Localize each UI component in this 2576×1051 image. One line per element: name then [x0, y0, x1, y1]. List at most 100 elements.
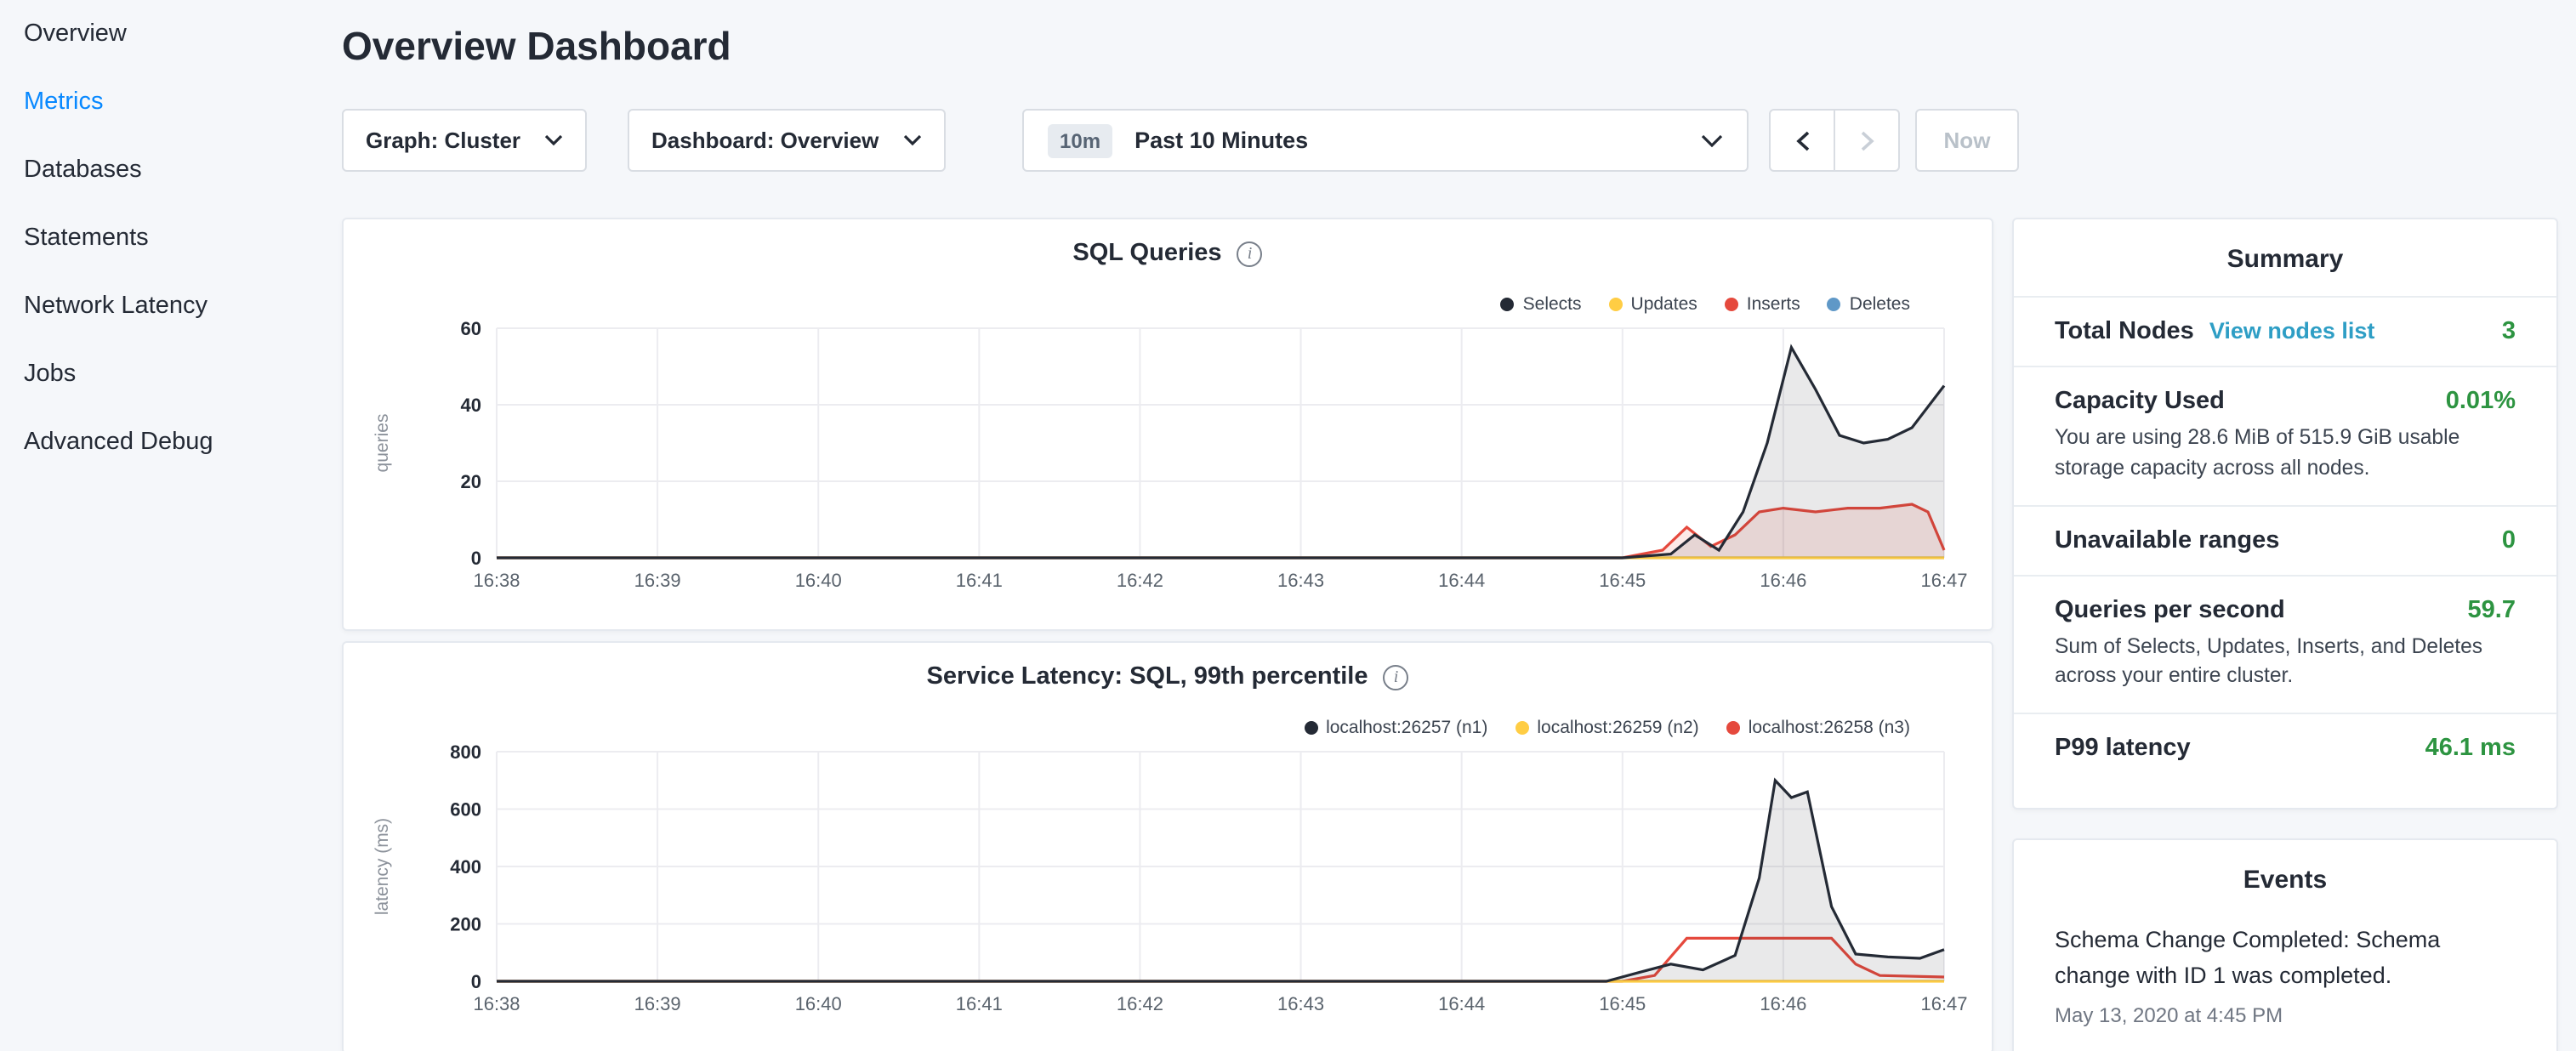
chevron-down-icon — [1701, 134, 1723, 147]
sql-queries-chart-card: SQL Queries Selects Updates Inserts Deletes… — [342, 218, 1993, 631]
svg-text:16:45: 16:45 — [1599, 993, 1646, 1014]
summary-description: You are using 28.6 MiB of 515.9 GiB usab… — [2055, 423, 2516, 484]
legend-dot-icon — [1725, 298, 1738, 311]
time-range-badge: 10m — [1048, 123, 1112, 157]
time-back-button[interactable] — [1769, 109, 1835, 172]
svg-text:200: 200 — [450, 914, 481, 935]
legend-label: localhost:26259 (n2) — [1537, 718, 1698, 738]
event-text: Schema Change Completed: Schema change w… — [2055, 923, 2516, 995]
summary-value: 0.01% — [2446, 388, 2516, 415]
legend-item[interactable]: localhost:26257 (n1) — [1304, 718, 1487, 738]
summary-row-capacity-used: Capacity Used 0.01% You are using 28.6 M… — [2014, 366, 2556, 504]
svg-text:16:46: 16:46 — [1760, 993, 1806, 1014]
legend-item[interactable]: Updates — [1609, 294, 1697, 315]
summary-description: Sum of Selects, Updates, Inserts, and De… — [2055, 632, 2516, 692]
sidebar-item-overview[interactable]: Overview — [0, 0, 327, 68]
summary-row-unavailable-ranges: Unavailable ranges 0 — [2014, 504, 2556, 574]
chart-legend: localhost:26257 (n1) localhost:26259 (n2)… — [1304, 718, 1910, 738]
summary-row-queries-per-second: Queries per second 59.7 Sum of Selects, … — [2014, 574, 2556, 713]
summary-panel: Summary Total Nodes View nodes list 3 Ca… — [2012, 218, 2558, 810]
chevron-left-icon — [1795, 130, 1809, 151]
legend-dot-icon — [1828, 298, 1841, 311]
legend-dot-icon — [1501, 298, 1515, 311]
svg-text:16:42: 16:42 — [1117, 993, 1163, 1014]
time-range-picker[interactable]: 10m Past 10 Minutes — [1022, 109, 1749, 172]
legend-label: Inserts — [1747, 294, 1800, 315]
svg-text:800: 800 — [450, 741, 481, 763]
svg-text:16:44: 16:44 — [1438, 570, 1485, 591]
sidebar-item-metrics[interactable]: Metrics — [0, 68, 327, 136]
legend-label: Updates — [1631, 294, 1697, 315]
view-nodes-list-link[interactable]: View nodes list — [2209, 318, 2375, 344]
summary-title: Summary — [2014, 219, 2556, 296]
svg-text:16:42: 16:42 — [1117, 570, 1163, 591]
legend-item[interactable]: Inserts — [1725, 294, 1800, 315]
svg-text:16:39: 16:39 — [634, 570, 681, 591]
legend-label: Selects — [1523, 294, 1582, 315]
svg-text:16:47: 16:47 — [1920, 993, 1967, 1014]
svg-text:16:43: 16:43 — [1277, 570, 1324, 591]
svg-text:16:46: 16:46 — [1760, 570, 1806, 591]
chevron-down-icon — [544, 134, 563, 146]
chart-title: SQL Queries — [1072, 240, 1221, 267]
app-viewport: Overview Metrics Databases Statements Ne… — [0, 0, 2576, 1051]
summary-label: Total Nodes — [2055, 318, 2194, 345]
summary-value: 46.1 ms — [2425, 736, 2516, 763]
time-range-label: Past 10 Minutes — [1134, 128, 1308, 153]
graph-dropdown-label: Graph: Cluster — [366, 128, 520, 153]
svg-text:16:41: 16:41 — [956, 570, 1003, 591]
summary-value: 3 — [2502, 318, 2516, 345]
sidebar-item-advanced-debug[interactable]: Advanced Debug — [0, 408, 327, 476]
events-title: Events — [2014, 840, 2556, 917]
svg-text:16:38: 16:38 — [473, 570, 520, 591]
sidebar-item-network-latency[interactable]: Network Latency — [0, 272, 327, 340]
legend-label: Deletes — [1850, 294, 1910, 315]
legend-item[interactable]: localhost:26259 (n2) — [1515, 718, 1698, 738]
sidebar-item-databases[interactable]: Databases — [0, 136, 327, 204]
svg-text:40: 40 — [461, 395, 481, 416]
summary-row-total-nodes: Total Nodes View nodes list 3 — [2014, 296, 2556, 366]
svg-text:0: 0 — [471, 548, 481, 569]
dashboard-dropdown[interactable]: Dashboard: Overview — [628, 109, 946, 172]
time-pager — [1769, 109, 1900, 172]
svg-text:400: 400 — [450, 856, 481, 878]
graph-dropdown[interactable]: Graph: Cluster — [342, 109, 587, 172]
event-timestamp: May 13, 2020 at 4:45 PM — [2055, 1003, 2516, 1027]
svg-text:16:43: 16:43 — [1277, 993, 1324, 1014]
events-panel: Events Schema Change Completed: Schema c… — [2012, 838, 2558, 1051]
svg-text:16:40: 16:40 — [795, 570, 842, 591]
legend-item[interactable]: localhost:26258 (n3) — [1726, 718, 1910, 738]
service-latency-chart-card: Service Latency: SQL, 99th percentile lo… — [342, 641, 1993, 1051]
page-title: Overview Dashboard — [342, 24, 731, 70]
svg-text:20: 20 — [461, 471, 481, 492]
summary-label: Unavailable ranges — [2055, 526, 2279, 554]
time-forward-button[interactable] — [1834, 109, 1900, 172]
now-button[interactable]: Now — [1915, 109, 2019, 172]
info-icon[interactable] — [1384, 664, 1409, 690]
sidebar-item-statements[interactable]: Statements — [0, 204, 327, 272]
sidebar-item-jobs[interactable]: Jobs — [0, 340, 327, 408]
chart-header: SQL Queries — [344, 240, 1992, 267]
service-latency-plot[interactable]: 16:3816:3916:4016:4116:4216:4316:4416:45… — [364, 741, 1971, 1032]
svg-text:16:40: 16:40 — [795, 993, 842, 1014]
summary-row-p99-latency: P99 latency 46.1 ms — [2014, 713, 2556, 783]
chevron-right-icon — [1860, 130, 1874, 151]
info-icon[interactable] — [1237, 241, 1263, 266]
legend-item[interactable]: Deletes — [1828, 294, 1910, 315]
svg-text:60: 60 — [461, 318, 481, 339]
svg-text:16:38: 16:38 — [473, 993, 520, 1014]
event-item: Schema Change Completed: Schema change w… — [2014, 917, 2556, 1027]
chart-header: Service Latency: SQL, 99th percentile — [344, 663, 1992, 690]
legend-dot-icon — [1515, 721, 1528, 735]
legend-label: localhost:26258 (n3) — [1749, 718, 1910, 738]
svg-text:queries: queries — [372, 414, 392, 473]
sql-queries-plot[interactable]: 16:3816:3916:4016:4116:4216:4316:4416:45… — [364, 318, 1971, 609]
svg-text:600: 600 — [450, 799, 481, 821]
summary-label: Queries per second — [2055, 596, 2285, 623]
summary-value: 0 — [2502, 526, 2516, 554]
chart-title: Service Latency: SQL, 99th percentile — [927, 663, 1368, 690]
svg-text:16:47: 16:47 — [1920, 570, 1967, 591]
svg-text:16:44: 16:44 — [1438, 993, 1485, 1014]
legend-item[interactable]: Selects — [1501, 294, 1582, 315]
summary-label: Capacity Used — [2055, 388, 2225, 415]
